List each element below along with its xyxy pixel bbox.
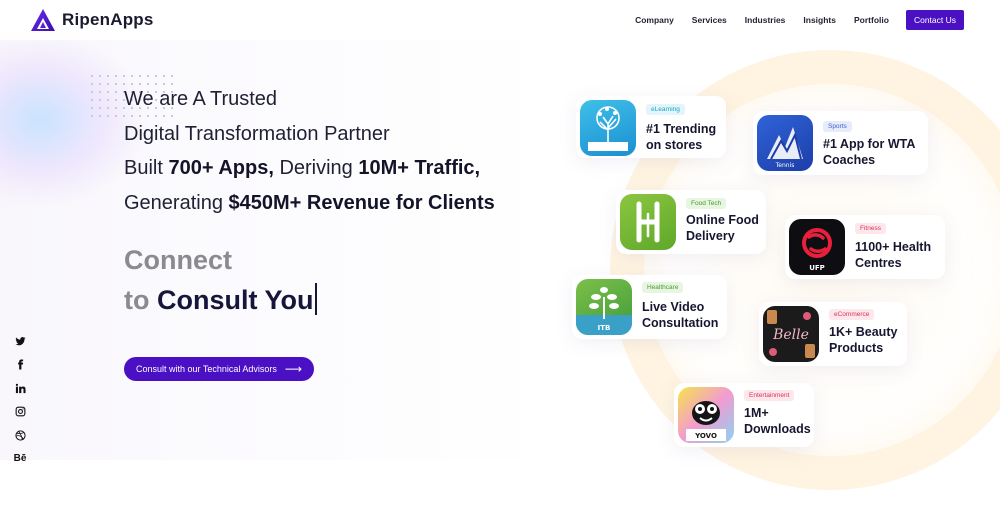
portfolio-card-food-tech[interactable]: Food Tech Online Food Delivery: [616, 190, 766, 254]
card-title-line-1: 1M+: [744, 406, 769, 420]
card-title: 1K+ Beauty Products: [829, 324, 897, 356]
portfolio-card-entertainment[interactable]: YOVO Entertainment 1M+ Downloads: [674, 383, 814, 447]
to-word: to: [124, 285, 150, 315]
portfolio-card-fitness[interactable]: UFP Fitness 1100+ Health Centres: [785, 215, 945, 279]
belle-icon-caption: Belle: [772, 327, 809, 343]
hero-traffic-stat: 10M+ Traffic,: [358, 157, 481, 179]
consult-you-word: Consult You: [157, 285, 314, 315]
nav-company[interactable]: Company: [635, 15, 674, 25]
category-badge: Food Tech: [686, 198, 727, 209]
behance-text: Bē: [13, 453, 27, 464]
portfolio-card-sports[interactable]: Tennis Sports #1 App for WTA Coaches: [753, 111, 928, 175]
category-badge: Entertainment: [744, 390, 795, 401]
card-title-line-1: Online Food: [686, 213, 759, 227]
linkedin-icon[interactable]: [13, 381, 27, 395]
card-title: #1 Trending on stores: [646, 121, 716, 153]
hero-line-2: Digital Transformation Partner: [124, 122, 390, 145]
hero-text: We are A Trusted Digital Transformation …: [124, 82, 495, 220]
consult-advisors-button[interactable]: Consult with our Technical Advisors ⟶: [124, 357, 315, 381]
ufp-app-icon: UFP: [789, 219, 845, 275]
social-links: Bē: [13, 334, 27, 475]
instagram-icon[interactable]: [13, 405, 27, 419]
nav-services[interactable]: Services: [692, 15, 727, 25]
card-title-line-2: Centres: [855, 256, 902, 270]
hero-line-4: Generating $450M+ Revenue for Clients: [124, 186, 495, 221]
card-title-line-2: on stores: [646, 138, 703, 152]
hero-revenue-stat: $450M+ Revenue for Clients: [228, 191, 495, 214]
category-badge: Fitness: [855, 223, 886, 234]
card-title-line-2: Consultation: [642, 316, 719, 330]
card-title: 1M+ Downloads: [744, 405, 811, 437]
dribbble-icon[interactable]: [13, 428, 27, 442]
logo[interactable]: RipenApps: [30, 8, 154, 32]
card-title-line-2: Coaches: [823, 153, 876, 167]
hero-text-deriving: Deriving: [273, 157, 359, 179]
belle-app-icon: Belle: [763, 306, 819, 362]
card-title-line-2: Products: [829, 341, 884, 355]
elearning-app-icon: [580, 100, 636, 156]
twitter-icon[interactable]: [13, 334, 27, 348]
card-title: Online Food Delivery: [686, 212, 759, 244]
portfolio-card-healthcare[interactable]: ITB Healthcare Live Video Consultation: [572, 275, 727, 339]
cta-label: Consult with our Technical Advisors: [136, 364, 277, 374]
connect-heading: Connect to Consult You: [124, 240, 317, 320]
tennis-app-icon: Tennis: [757, 115, 813, 171]
hero-line-3: Built 700+ Apps, Deriving 10M+ Traffic,: [124, 151, 495, 186]
itb-icon-caption: ITB: [598, 324, 611, 332]
portfolio-card-ecommerce[interactable]: Belle eCommerce 1K+ Beauty Products: [759, 302, 907, 366]
hero-text-generating: Generating: [124, 191, 229, 214]
card-title-line-1: Live Video: [642, 300, 705, 314]
contact-us-button[interactable]: Contact Us: [905, 10, 964, 30]
hero-text-built: Built: [124, 157, 169, 179]
nav-portfolio[interactable]: Portfolio: [854, 15, 889, 25]
card-title-line-1: #1 Trending: [646, 122, 717, 136]
main-nav: Company Services Industries Insights Por…: [617, 10, 964, 30]
nav-industries[interactable]: Industries: [745, 15, 786, 25]
card-title-line-1: #1 App for WTA: [823, 137, 916, 151]
typing-cursor: [314, 283, 317, 315]
behance-icon[interactable]: Bē: [13, 452, 27, 466]
card-title: Live Video Consultation: [642, 299, 718, 331]
hero-apps-stat: 700+ Apps,: [168, 157, 274, 179]
category-badge: Sports: [823, 121, 852, 132]
card-title-line-1: 1K+ Beauty: [829, 325, 898, 339]
card-title-line-2: Downloads: [744, 422, 811, 436]
logo-icon: [31, 9, 55, 31]
header: RipenApps Company Services Industries In…: [0, 0, 1000, 40]
itb-app-icon: ITB: [576, 279, 632, 335]
page: RipenApps Company Services Industries In…: [0, 0, 1000, 525]
card-title: #1 App for WTA Coaches: [823, 136, 915, 168]
yovo-app-icon: YOVO: [678, 387, 734, 443]
card-title: 1100+ Health Centres: [855, 239, 931, 271]
card-title-line-2: Delivery: [686, 229, 735, 243]
arrow-right-icon: ⟶: [284, 362, 303, 376]
ufp-icon-caption: UFP: [809, 264, 825, 272]
category-badge: Healthcare: [642, 282, 684, 293]
hero-line-1: We are A Trusted: [124, 88, 278, 110]
nav-insights[interactable]: Insights: [803, 15, 836, 25]
brand-name: RipenApps: [62, 10, 154, 29]
connect-word: Connect: [124, 245, 232, 275]
portfolio-card-elearning[interactable]: eLearning #1 Trending on stores: [576, 96, 726, 158]
category-badge: eCommerce: [829, 309, 875, 320]
yovo-icon-caption: YOVO: [694, 432, 717, 440]
category-badge: eLearning: [646, 104, 685, 115]
food-delivery-app-icon: [620, 194, 676, 250]
tennis-icon-caption: Tennis: [775, 162, 795, 169]
card-title-line-1: 1100+ Health: [855, 240, 932, 254]
facebook-icon[interactable]: [13, 358, 27, 372]
